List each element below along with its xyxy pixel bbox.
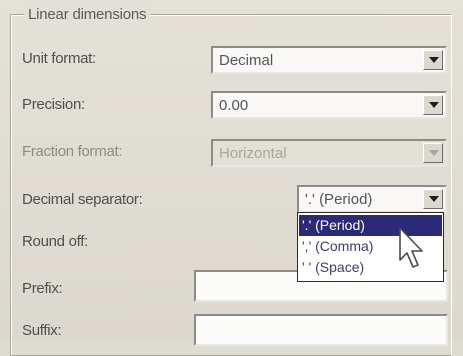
chevron-down-icon [429, 102, 439, 108]
groupbox-title: Linear dimensions [24, 6, 151, 23]
unit-format-label: Unit format: [22, 50, 96, 67]
fraction-format-label: Fraction format: [22, 143, 123, 160]
fraction-format-combobox: Horizontal [211, 139, 447, 167]
decimal-separator-value: '.' (Period) [305, 191, 373, 208]
suffix-label: Suffix: [22, 322, 62, 339]
round-off-label: Round off: [22, 233, 88, 250]
decimal-separator-label: Decimal separator: [22, 191, 143, 208]
unit-format-value: Decimal [219, 52, 274, 69]
precision-label: Precision: [22, 96, 85, 113]
precision-dropdown-button[interactable] [423, 95, 443, 115]
prefix-label: Prefix: [22, 280, 63, 297]
decimal-separator-dropdown-button[interactable] [423, 189, 443, 209]
decimal-separator-combobox[interactable]: '.' (Period) [297, 185, 447, 213]
fraction-format-dropdown-button [423, 143, 443, 163]
chevron-down-icon [429, 57, 439, 63]
unit-format-dropdown-button[interactable] [423, 50, 443, 70]
mouse-pointer-icon [399, 227, 423, 268]
precision-combobox[interactable]: 0.00 [211, 91, 447, 119]
chevron-down-icon [429, 196, 439, 202]
suffix-input[interactable] [194, 314, 448, 346]
fraction-format-value: Horizontal [219, 145, 287, 162]
chevron-down-icon [429, 150, 439, 156]
precision-value: 0.00 [219, 97, 249, 114]
dimension-style-panel: Linear dimensions Unit format: Decimal P… [0, 0, 463, 356]
unit-format-combobox[interactable]: Decimal [211, 46, 447, 74]
